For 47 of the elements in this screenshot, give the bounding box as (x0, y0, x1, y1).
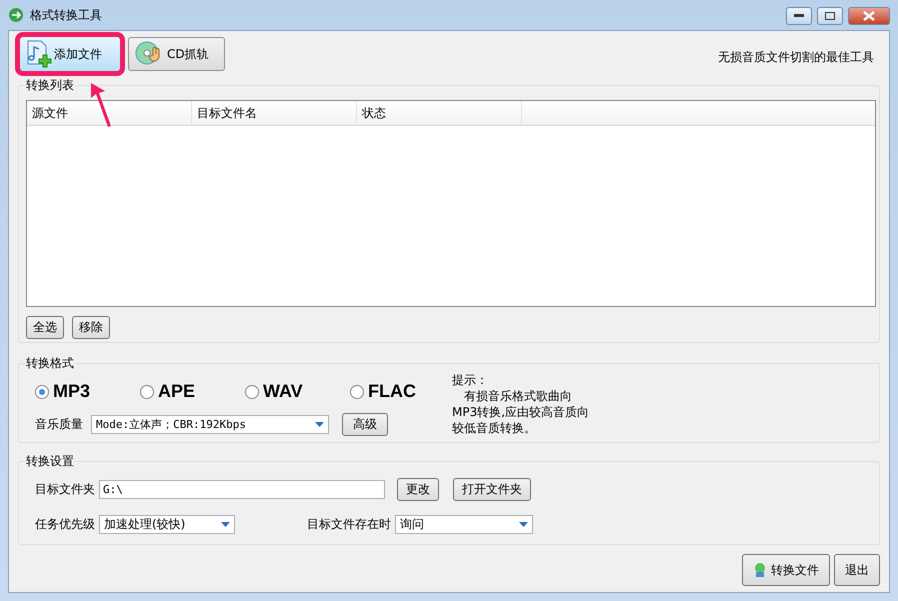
convert-icon (753, 562, 767, 578)
close-icon (863, 11, 875, 21)
cd-rip-button[interactable]: CD抓轨 (128, 37, 225, 71)
minimize-icon (794, 14, 804, 18)
radio-button[interactable] (140, 384, 154, 398)
tagline: 无损音质文件切割的最佳工具 (718, 48, 874, 66)
advanced-button[interactable]: 高级 (342, 413, 388, 436)
radio-button[interactable] (245, 384, 259, 398)
dropdown-arrow-icon (221, 522, 230, 527)
column-header[interactable]: 目标文件名 (192, 101, 357, 125)
quality-dropdown[interactable]: Mode:立体声；CBR:192Kbps (91, 415, 329, 434)
file-exists-dropdown[interactable]: 询问 (395, 515, 533, 534)
hint-text: 有损音乐格式歌曲向MP3转换,应由较高音质向较低音质转换。 (452, 388, 590, 436)
maximize-icon (825, 12, 835, 20)
close-button[interactable] (848, 7, 890, 25)
remove-button[interactable]: 移除 (72, 316, 110, 339)
minimize-button[interactable] (786, 7, 812, 25)
group-title: 转换设置 (25, 453, 75, 470)
maximize-button[interactable] (817, 7, 843, 25)
music-file-add-icon (26, 40, 52, 68)
priority-dropdown[interactable]: 加速处理(较快) (99, 515, 235, 534)
group-title: 转换列表 (25, 77, 75, 94)
quality-label: 音乐质量 (35, 416, 83, 433)
file-exists-label: 目标文件存在时 (307, 516, 391, 533)
format-option-label[interactable]: MP3 (53, 381, 90, 402)
folder-field[interactable]: G:\ (99, 480, 385, 499)
change-button[interactable]: 更改 (397, 478, 439, 501)
column-header[interactable]: 状态 (357, 101, 522, 125)
radio-button[interactable] (35, 384, 49, 398)
window-title: 格式转换工具 (30, 6, 102, 24)
folder-label: 目标文件夹 (35, 481, 95, 498)
dropdown-arrow-icon (519, 522, 528, 527)
radio-button[interactable] (350, 384, 364, 398)
hint-title: 提示： (452, 372, 489, 388)
select-all-button[interactable]: 全选 (26, 316, 64, 339)
app-icon (8, 7, 24, 23)
format-option-label[interactable]: WAV (263, 381, 303, 402)
exit-button[interactable]: 退出 (834, 554, 880, 586)
format-option-label[interactable]: APE (158, 381, 196, 402)
group-title: 转换格式 (25, 355, 75, 372)
open-folder-button[interactable]: 打开文件夹 (453, 478, 531, 501)
priority-label: 任务优先级 (35, 516, 95, 533)
convert-button[interactable]: 转换文件 (742, 554, 830, 586)
format-option-label[interactable]: FLAC (368, 381, 416, 402)
dropdown-arrow-icon (315, 422, 324, 427)
file-list[interactable]: 源文件 目标文件名 状态 (26, 100, 876, 307)
add-file-button[interactable]: 添加文件 (20, 37, 120, 71)
